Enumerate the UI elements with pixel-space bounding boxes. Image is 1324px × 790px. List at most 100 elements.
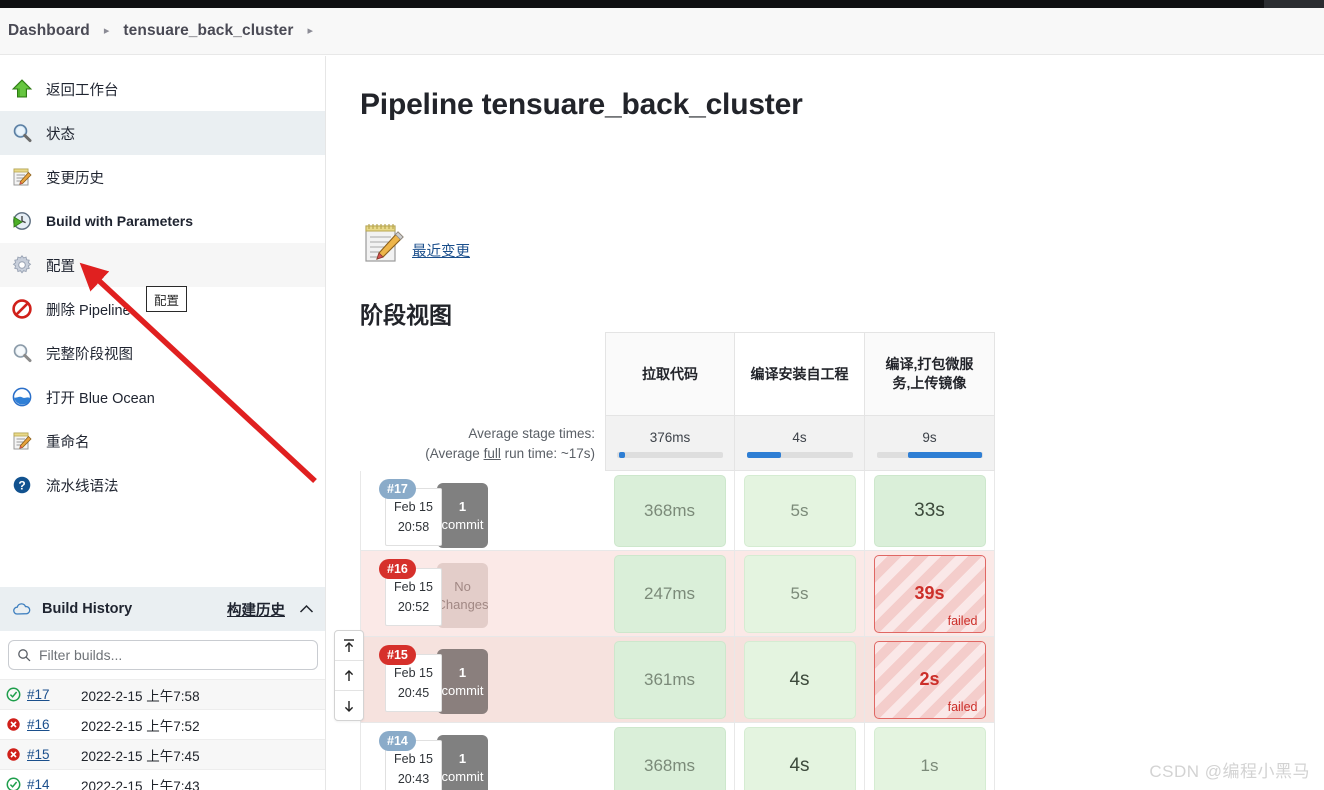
- commit-count: 1: [458, 664, 467, 680]
- sidebar-item-rename[interactable]: 重命名: [0, 419, 325, 463]
- stage-cell-failed[interactable]: 2s failed: [873, 640, 986, 719]
- stage-cell-container[interactable]: 1s: [865, 723, 995, 790]
- sidebar-item-label: 返回工作台: [46, 82, 119, 99]
- build-history-header[interactable]: Build History 构建历史: [0, 587, 325, 631]
- stage-cell[interactable]: 4s: [743, 640, 856, 719]
- scroll-to-top-button[interactable]: [335, 631, 363, 661]
- stage-cell-container[interactable]: 2s failed: [865, 637, 995, 723]
- sidebar-item-label: 删除 Pipeline: [46, 302, 131, 319]
- build-timestamp: 2022-2-15 上午7:45: [81, 748, 200, 764]
- stage-cell[interactable]: 5s: [743, 474, 856, 547]
- average-time-cell: 9s: [865, 416, 995, 471]
- commit-chip[interactable]: 1 commit: [437, 735, 488, 790]
- stage-cell-container[interactable]: 368ms: [605, 471, 735, 551]
- build-filter-box[interactable]: [8, 640, 318, 670]
- commit-count: No: [454, 578, 471, 594]
- stage-header-label: 编译,打包微服 务,上传镜像: [885, 356, 974, 391]
- stage-cell[interactable]: 368ms: [613, 474, 726, 547]
- stage-cell[interactable]: 361ms: [613, 640, 726, 719]
- build-info-cell[interactable]: #16 Feb 15 20:52 No Changes: [360, 551, 605, 637]
- sidebar-item-full-stage-view[interactable]: 完整阶段视图: [0, 331, 325, 375]
- build-info-cell[interactable]: #15 Feb 15 20:45 1 commit: [360, 637, 605, 723]
- sidebar-item-label: 配置: [46, 258, 75, 275]
- status-badge[interactable]: #16: [379, 559, 416, 579]
- browser-chrome-strip: [0, 0, 1324, 8]
- sidebar-item-configure[interactable]: 配置: [0, 243, 325, 287]
- stage-duration: 247ms: [643, 583, 696, 603]
- stage-cell-container[interactable]: 4s: [735, 723, 865, 790]
- status-badge[interactable]: #14: [379, 731, 416, 751]
- status-badge[interactable]: #15: [379, 645, 416, 665]
- table-row[interactable]: #17 Feb 15 20:58 1 commit 368ms 5s 33s: [360, 471, 1023, 551]
- watermark: CSDN @编程小黑马: [1149, 762, 1310, 781]
- stage-failed-tag: failed: [947, 613, 978, 628]
- stage-cell-container[interactable]: 33s: [865, 471, 995, 551]
- stage-cell-container[interactable]: 247ms: [605, 551, 735, 637]
- stage-cell[interactable]: 247ms: [613, 554, 726, 633]
- chevron-up-icon[interactable]: [299, 602, 314, 617]
- scroll-down-button[interactable]: [335, 691, 363, 720]
- cloud-icon: [12, 602, 32, 616]
- stage-cell-container[interactable]: 39s failed: [865, 551, 995, 637]
- search-input[interactable]: [37, 646, 291, 664]
- scroll-up-button[interactable]: [335, 661, 363, 691]
- svg-text:?: ?: [18, 479, 25, 493]
- breadcrumb-item-dashboard[interactable]: Dashboard: [8, 22, 90, 40]
- stage-cell-container[interactable]: 361ms: [605, 637, 735, 723]
- sidebar-item-pipeline-syntax[interactable]: ? 流水线语法: [0, 463, 325, 507]
- build-time: 20:52: [397, 600, 430, 614]
- build-date: Feb 15: [394, 666, 433, 680]
- recent-changes-label[interactable]: 最近变更: [412, 240, 470, 267]
- commit-count: 1: [458, 498, 467, 514]
- build-info-cell[interactable]: #17 Feb 15 20:58 1 commit: [360, 471, 605, 551]
- no-entry-icon: [10, 297, 34, 321]
- build-number-link[interactable]: #16: [27, 717, 69, 732]
- table-row[interactable]: #15 Feb 15 20:45 1 commit 361ms 4s 2s fa…: [360, 637, 1023, 723]
- breadcrumb-separator-icon: ▸: [103, 24, 110, 37]
- commit-chip[interactable]: 1 commit: [437, 483, 488, 548]
- list-item[interactable]: #14 2022-2-15 上午7:43: [0, 769, 325, 790]
- build-number-link[interactable]: #15: [27, 747, 69, 762]
- stage-cell-failed[interactable]: 39s failed: [873, 554, 986, 633]
- breadcrumb-item-project[interactable]: tensuare_back_cluster: [123, 22, 293, 40]
- build-info-cell[interactable]: #14 Feb 15 20:43 1 commit: [360, 723, 605, 790]
- sidebar-item-status[interactable]: 状态: [0, 111, 325, 155]
- sidebar-item-open-blue-ocean[interactable]: 打开 Blue Ocean: [0, 375, 325, 419]
- table-row[interactable]: #16 Feb 15 20:52 No Changes 247ms 5s 39s…: [360, 551, 1023, 637]
- build-history-link[interactable]: 构建历史: [227, 599, 285, 620]
- breadcrumb-separator-icon-2[interactable]: ▸: [308, 25, 314, 37]
- stage-duration: 5s: [790, 583, 809, 603]
- stage-cell[interactable]: 4s: [743, 726, 856, 790]
- stage-failed-tag: failed: [947, 699, 978, 714]
- build-number-link[interactable]: #17: [27, 687, 69, 702]
- stage-cell-container[interactable]: 5s: [735, 471, 865, 551]
- stage-cell[interactable]: 368ms: [613, 726, 726, 790]
- search-icon: [17, 648, 31, 662]
- sidebar-item-back-to-dashboard[interactable]: 返回工作台: [0, 67, 325, 111]
- breadcrumb: Dashboard ▸ tensuare_back_cluster ▸: [0, 8, 1324, 55]
- build-time: 20:43: [397, 772, 430, 786]
- list-item[interactable]: #16 2022-2-15 上午7:52: [0, 709, 325, 739]
- commit-word: commit: [441, 768, 484, 784]
- commit-chip[interactable]: 1 commit: [437, 649, 488, 714]
- sidebar-item-change-history[interactable]: 变更历史: [0, 155, 325, 199]
- stage-cell-container[interactable]: 368ms: [605, 723, 735, 790]
- list-item[interactable]: #15 2022-2-15 上午7:45: [0, 739, 325, 769]
- recent-changes-link[interactable]: 最近变更: [360, 219, 470, 267]
- sidebar-item-build-with-parameters[interactable]: Build with Parameters: [0, 199, 325, 243]
- stage-scroll-control[interactable]: [334, 630, 364, 721]
- sidebar-item-label: 完整阶段视图: [46, 346, 133, 363]
- table-row[interactable]: #14 Feb 15 20:43 1 commit 368ms 4s 1s: [360, 723, 1023, 790]
- stage-cell[interactable]: 5s: [743, 554, 856, 633]
- status-badge[interactable]: #17: [379, 479, 416, 499]
- stage-cell[interactable]: 1s: [873, 726, 986, 790]
- stage-cell-container[interactable]: 5s: [735, 551, 865, 637]
- build-timestamp: 2022-2-15 上午7:52: [81, 718, 200, 734]
- clock-play-icon: [10, 209, 34, 233]
- stage-cell[interactable]: 33s: [873, 474, 986, 547]
- build-number-link[interactable]: #14: [27, 777, 69, 790]
- commit-chip[interactable]: No Changes: [436, 563, 489, 628]
- stage-cell-container[interactable]: 4s: [735, 637, 865, 723]
- list-item[interactable]: #17 2022-2-15 上午7:58: [0, 679, 325, 709]
- stage-duration: 2s: [919, 669, 940, 689]
